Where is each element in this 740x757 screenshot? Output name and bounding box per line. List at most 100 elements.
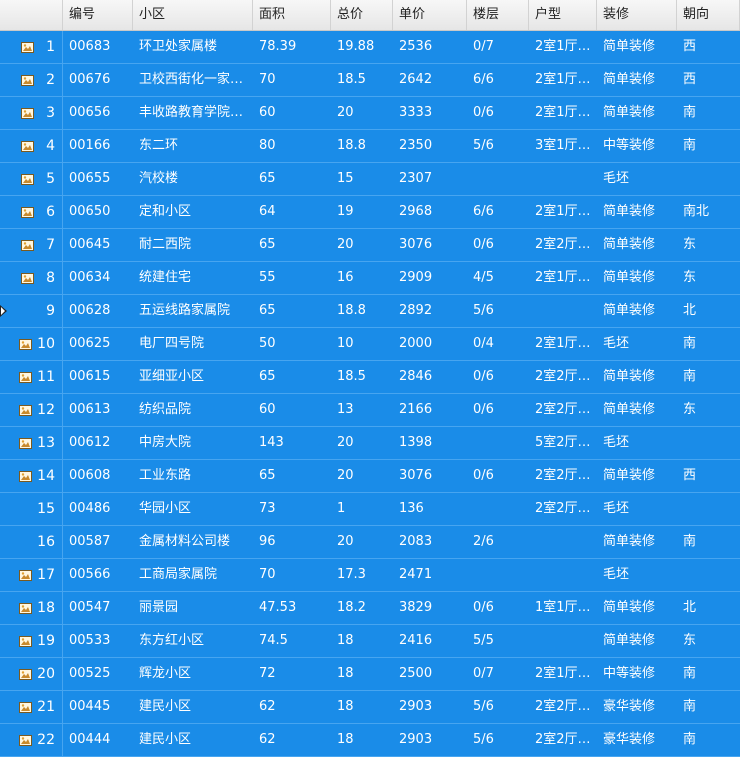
cell-area[interactable]: 62 xyxy=(253,691,331,723)
cell-orientation[interactable]: 东 xyxy=(677,262,740,294)
cell-id[interactable]: 00166 xyxy=(63,130,133,162)
table-row[interactable]: 19 00533 东方红小区 74.5 18 2416 5/5 简单装修东 xyxy=(0,625,740,658)
cell-layout[interactable]: 2室2厅1… xyxy=(529,493,597,525)
cell-unit-price[interactable]: 3076 xyxy=(393,229,467,261)
cell-decoration[interactable]: 豪华装修 xyxy=(597,724,677,756)
cell-community[interactable]: 汽校楼 xyxy=(133,163,253,195)
table-row[interactable]: 12 00613 纺织品院 60 13 2166 0/6 2室2厅1… 简单装修东 xyxy=(0,394,740,427)
cell-total-price[interactable]: 18.2 xyxy=(331,592,393,624)
cell-decoration[interactable]: 简单装修 xyxy=(597,97,677,129)
cell-id[interactable]: 00608 xyxy=(63,460,133,492)
cell-community[interactable]: 金属材料公司楼 xyxy=(133,526,253,558)
table-row[interactable]: 2 00676 卫校西街化一家… 70 18.5 2642 6/6 2室1厅1… 简单装修西 xyxy=(0,64,740,97)
table-row[interactable]: 21 00445 建民小区 62 18 2903 5/6 2室2厅1… 豪华装修南 xyxy=(0,691,740,724)
cell-floor[interactable]: 6/6 xyxy=(467,64,529,96)
cell-area[interactable]: 62 xyxy=(253,724,331,756)
row-header[interactable]: 10 xyxy=(0,328,63,360)
column-header-floor[interactable]: 楼层 xyxy=(467,0,529,30)
row-header[interactable]: 18 xyxy=(0,592,63,624)
cell-orientation[interactable] xyxy=(677,493,740,525)
cell-id[interactable]: 00612 xyxy=(63,427,133,459)
row-header[interactable]: 6 xyxy=(0,196,63,228)
row-header[interactable]: 13 xyxy=(0,427,63,459)
cell-community[interactable]: 统建住宅 xyxy=(133,262,253,294)
cell-floor[interactable] xyxy=(467,559,529,591)
cell-area[interactable]: 65 xyxy=(253,460,331,492)
cell-id[interactable]: 00645 xyxy=(63,229,133,261)
cell-unit-price[interactable]: 2000 xyxy=(393,328,467,360)
cell-unit-price[interactable]: 2642 xyxy=(393,64,467,96)
column-header-orientation[interactable]: 朝向 xyxy=(677,0,740,30)
cell-decoration[interactable]: 毛坯 xyxy=(597,163,677,195)
cell-layout[interactable] xyxy=(529,526,597,558)
cell-community[interactable]: 卫校西街化一家… xyxy=(133,64,253,96)
cell-orientation[interactable]: 南 xyxy=(677,691,740,723)
cell-id[interactable]: 00547 xyxy=(63,592,133,624)
cell-layout[interactable]: 2室2厅1… xyxy=(529,691,597,723)
cell-total-price[interactable]: 10 xyxy=(331,328,393,360)
cell-community[interactable]: 建民小区 xyxy=(133,724,253,756)
cell-floor[interactable]: 0/6 xyxy=(467,229,529,261)
cell-floor[interactable]: 0/6 xyxy=(467,394,529,426)
cell-orientation[interactable]: 南 xyxy=(677,361,740,393)
cell-layout[interactable] xyxy=(529,163,597,195)
cell-id[interactable]: 00650 xyxy=(63,196,133,228)
cell-total-price[interactable]: 18.8 xyxy=(331,130,393,162)
cell-id[interactable]: 00683 xyxy=(63,31,133,63)
table-row[interactable]: 14 00608 工业东路 65 20 3076 0/6 2室2厅1… 简单装修西 xyxy=(0,460,740,493)
cell-decoration[interactable]: 简单装修 xyxy=(597,262,677,294)
cell-decoration[interactable]: 简单装修 xyxy=(597,295,677,327)
cell-community[interactable]: 工业东路 xyxy=(133,460,253,492)
table-row[interactable]: 20 00525 辉龙小区 72 18 2500 0/7 2室1厅1… 中等装修南 xyxy=(0,658,740,691)
column-header-total-price[interactable]: 总价 xyxy=(331,0,393,30)
cell-orientation[interactable]: 东 xyxy=(677,229,740,261)
cell-decoration[interactable]: 毛坯 xyxy=(597,559,677,591)
cell-orientation[interactable]: 南北 xyxy=(677,196,740,228)
cell-unit-price[interactable]: 2500 xyxy=(393,658,467,690)
cell-layout[interactable]: 2室1厅1… xyxy=(529,328,597,360)
cell-orientation[interactable]: 南 xyxy=(677,724,740,756)
column-header-id[interactable]: 编号 xyxy=(63,0,133,30)
cell-id[interactable]: 00486 xyxy=(63,493,133,525)
cell-floor[interactable]: 0/7 xyxy=(467,658,529,690)
cell-id[interactable]: 00628 xyxy=(63,295,133,327)
cell-community[interactable]: 纺织品院 xyxy=(133,394,253,426)
table-row[interactable]: 22 00444 建民小区 62 18 2903 5/6 2室2厅1… 豪华装修南 xyxy=(0,724,740,757)
row-header[interactable]: 2 xyxy=(0,64,63,96)
cell-orientation[interactable]: 南 xyxy=(677,526,740,558)
cell-area[interactable]: 65 xyxy=(253,229,331,261)
table-row[interactable]: 1 00683 环卫处家属楼 78.39 19.88 2536 0/7 2室1厅1… 简单装修西 xyxy=(0,31,740,64)
cell-community[interactable]: 东二环 xyxy=(133,130,253,162)
cell-unit-price[interactable]: 136 xyxy=(393,493,467,525)
cell-area[interactable]: 74.5 xyxy=(253,625,331,657)
cell-floor[interactable] xyxy=(467,163,529,195)
cell-floor[interactable]: 0/4 xyxy=(467,328,529,360)
cell-total-price[interactable]: 17.3 xyxy=(331,559,393,591)
cell-orientation[interactable]: 南 xyxy=(677,97,740,129)
cell-orientation[interactable]: 南 xyxy=(677,328,740,360)
row-header[interactable]: 5 xyxy=(0,163,63,195)
row-header[interactable]: 3 xyxy=(0,97,63,129)
cell-id[interactable]: 00566 xyxy=(63,559,133,591)
row-header[interactable]: 16 xyxy=(0,526,63,558)
cell-total-price[interactable]: 20 xyxy=(331,229,393,261)
cell-orientation[interactable]: 西 xyxy=(677,64,740,96)
cell-layout[interactable]: 2室1厅1… xyxy=(529,97,597,129)
cell-decoration[interactable]: 简单装修 xyxy=(597,460,677,492)
cell-unit-price[interactable]: 2846 xyxy=(393,361,467,393)
cell-total-price[interactable]: 16 xyxy=(331,262,393,294)
cell-orientation[interactable]: 北 xyxy=(677,592,740,624)
cell-community[interactable]: 电厂四号院 xyxy=(133,328,253,360)
cell-area[interactable]: 65 xyxy=(253,295,331,327)
cell-unit-price[interactable]: 2903 xyxy=(393,724,467,756)
cell-total-price[interactable]: 20 xyxy=(331,526,393,558)
row-header[interactable]: 9 xyxy=(0,295,63,327)
cell-total-price[interactable]: 18 xyxy=(331,691,393,723)
cell-unit-price[interactable]: 2083 xyxy=(393,526,467,558)
cell-unit-price[interactable]: 2166 xyxy=(393,394,467,426)
cell-area[interactable]: 72 xyxy=(253,658,331,690)
header-corner[interactable] xyxy=(0,0,63,30)
cell-total-price[interactable]: 18 xyxy=(331,724,393,756)
table-row[interactable]: 9 00628 五运线路家属院 65 18.8 2892 5/6 简单装修北 xyxy=(0,295,740,328)
cell-area[interactable]: 65 xyxy=(253,361,331,393)
